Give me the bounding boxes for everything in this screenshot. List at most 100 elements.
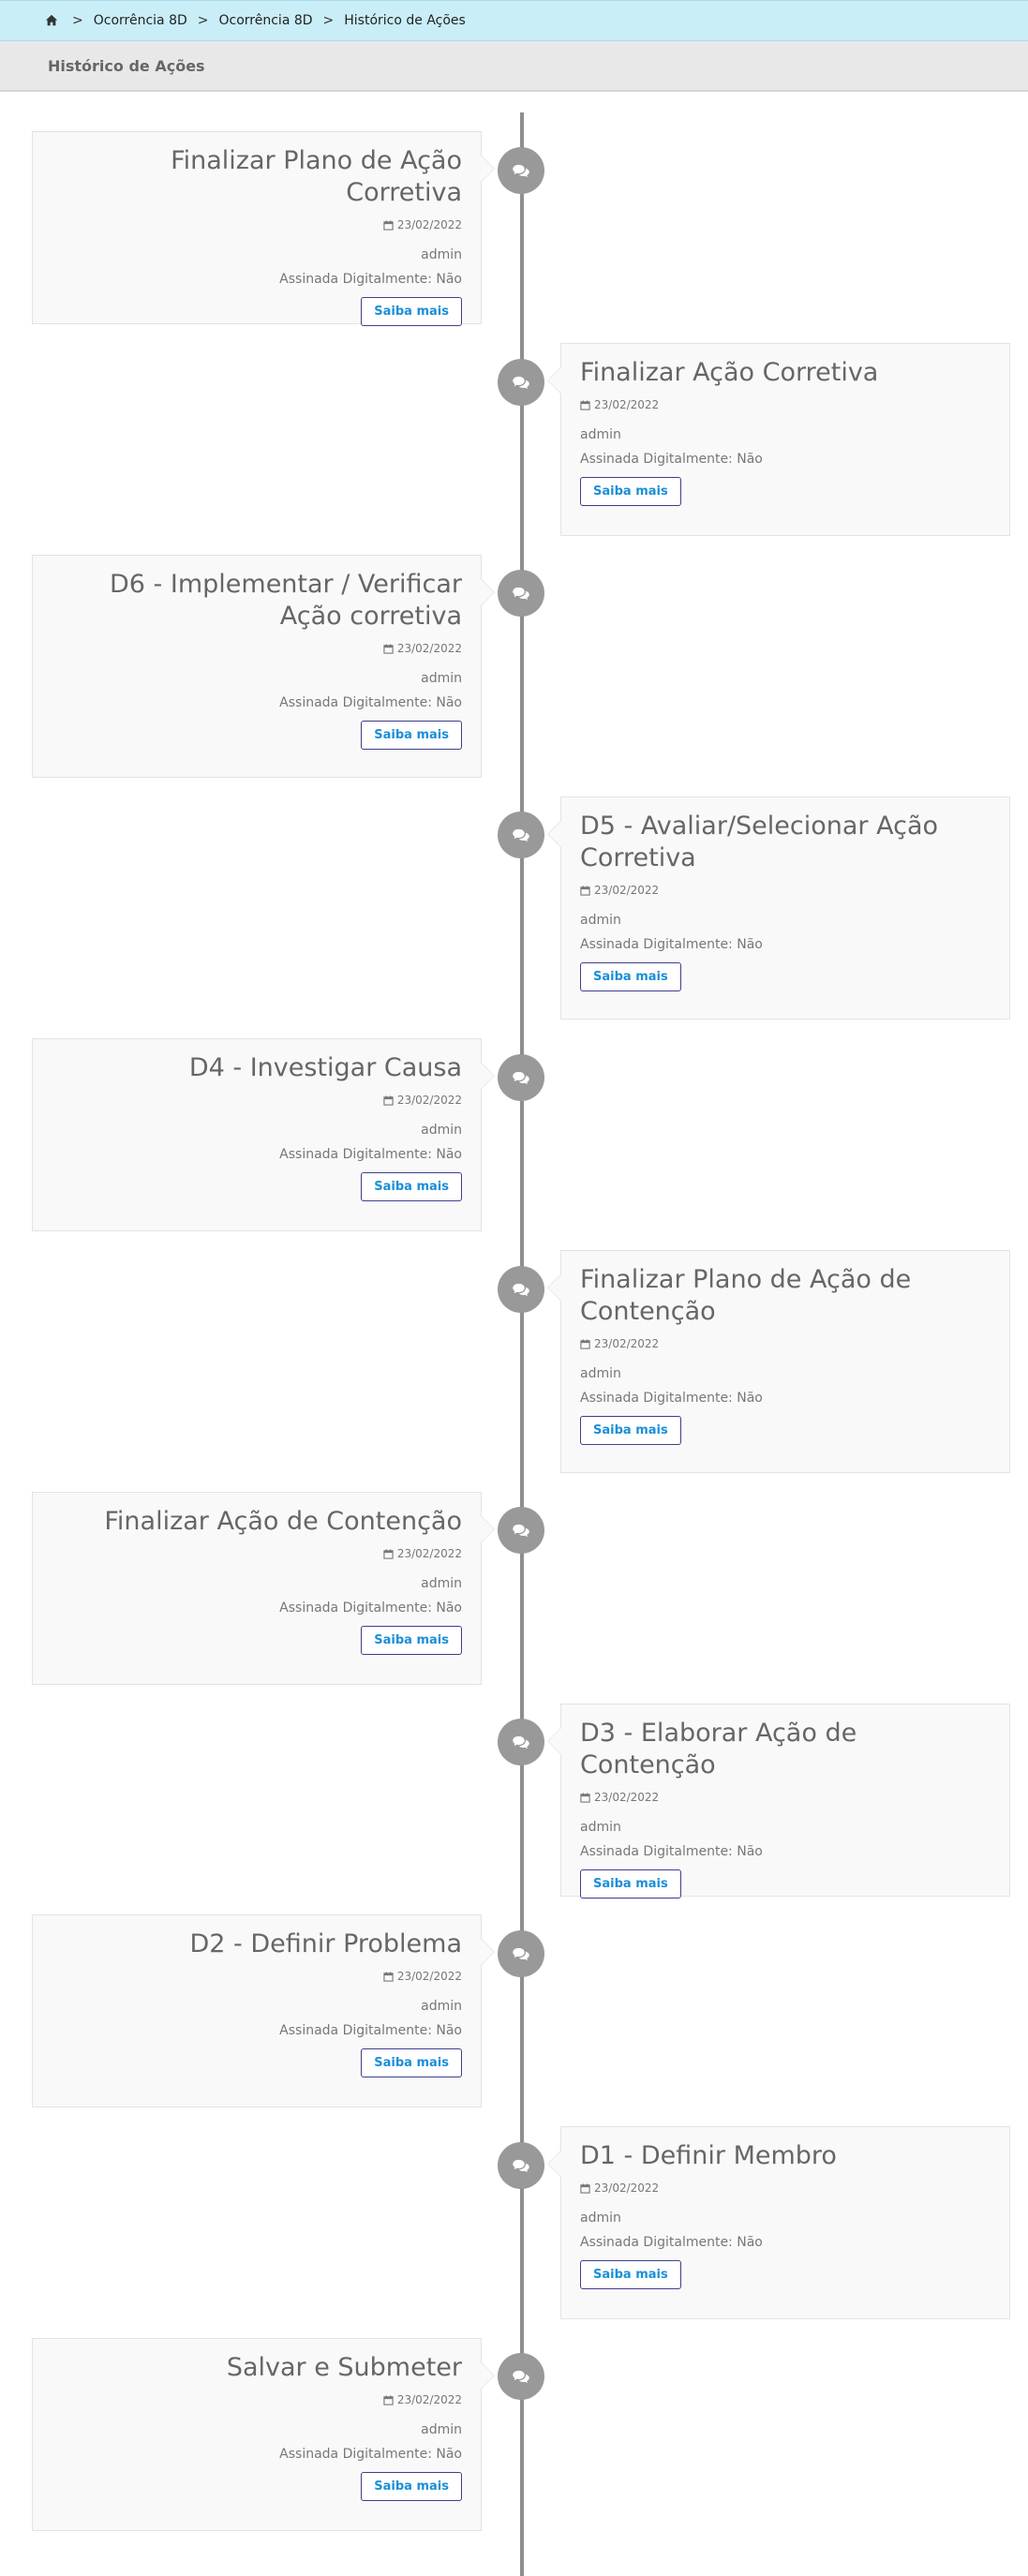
comments-icon: [498, 1507, 544, 1554]
timeline-panel-signature-status: Assinada Digitalmente: Não: [279, 1147, 462, 1162]
calendar-icon: [580, 885, 590, 896]
timeline-panel-date-text: 23/02/2022: [594, 884, 660, 897]
timeline-panel-date-text: 23/02/2022: [594, 2181, 660, 2195]
timeline-panel-user: admin: [580, 427, 621, 442]
timeline-panel-signature-status: Assinada Digitalmente: Não: [580, 937, 763, 952]
timeline-panel-title: Finalizar Ação Corretiva: [580, 358, 879, 387]
breadcrumb-separator: >: [72, 13, 83, 28]
timeline-panel-title: D5 - Avaliar/Selecionar Ação Corretiva: [580, 812, 939, 872]
calendar-icon: [580, 2182, 590, 2194]
comments-icon: [498, 1266, 544, 1313]
timeline-panel-date: 23/02/2022: [52, 1094, 462, 1107]
calendar-icon: [383, 1094, 394, 1106]
calendar-icon: [383, 643, 394, 654]
saiba-mais-button[interactable]: Saiba mais: [580, 1416, 681, 1445]
comments-icon: [498, 1719, 544, 1765]
timeline-panel-date-text: 23/02/2022: [396, 1094, 462, 1107]
timeline-panel-date: 23/02/2022: [52, 2393, 462, 2406]
timeline-panel: Salvar e Submeter 23/02/2022 admin Assinada…: [32, 2338, 495, 2531]
timeline-panel-title: Finalizar Plano de Ação de Contenção: [580, 1265, 912, 1326]
timeline-panel-date-text: 23/02/2022: [396, 1970, 462, 1983]
timeline-panel: D4 - Investigar Causa 23/02/2022 admin Assi…: [32, 1038, 495, 1231]
timeline-panel-date-text: 23/02/2022: [396, 1547, 462, 1560]
saiba-mais-button[interactable]: Saiba mais: [580, 962, 681, 991]
timeline-panel-user: admin: [421, 1123, 462, 1138]
breadcrumb-separator: >: [322, 13, 335, 28]
calendar-icon: [383, 219, 394, 231]
timeline-panel: D2 - Definir Problema 23/02/2022 admin Assi…: [32, 1914, 495, 2107]
timeline-panel-signature-status: Assinada Digitalmente: Não: [279, 2447, 462, 2462]
timeline-panel-signature-status: Assinada Digitalmente: Não: [279, 2023, 462, 2038]
timeline-panel-title: D4 - Investigar Causa: [188, 1053, 462, 1082]
comments-icon: [498, 359, 544, 406]
timeline-panel-user: admin: [421, 671, 462, 686]
timeline-panel-date-text: 23/02/2022: [396, 642, 462, 655]
saiba-mais-button[interactable]: Saiba mais: [361, 721, 462, 750]
timeline-panel: Finalizar Ação Corretiva 23/02/2022 admin A…: [547, 343, 1010, 536]
timeline-panel-title: D2 - Definir Problema: [189, 1929, 462, 1958]
timeline-panel-date: 23/02/2022: [580, 1791, 991, 1804]
saiba-mais-button[interactable]: Saiba mais: [361, 2472, 462, 2501]
comments-icon: [498, 1054, 544, 1101]
timeline-panel-date-text: 23/02/2022: [396, 2393, 462, 2406]
timeline-panel: Finalizar Plano de Ação Corretiva 23/02/2…: [32, 131, 495, 326]
timeline-panel-date-text: 23/02/2022: [594, 398, 660, 411]
saiba-mais-button[interactable]: Saiba mais: [580, 1869, 681, 1898]
timeline-panel-title: Finalizar Ação de Contenção: [104, 1507, 462, 1536]
comments-icon: [498, 1930, 544, 1977]
comments-icon: [498, 147, 544, 194]
timeline-panel-user: admin: [580, 1366, 621, 1381]
timeline-panel-user: admin: [580, 1820, 621, 1835]
saiba-mais-button[interactable]: Saiba mais: [361, 1172, 462, 1201]
timeline-panel-date-text: 23/02/2022: [594, 1337, 660, 1350]
timeline-panel: D6 - Implementar / Verificar Ação corret…: [32, 555, 495, 778]
saiba-mais-button[interactable]: Saiba mais: [580, 477, 681, 506]
timeline-panel: Finalizar Plano de Ação de Contenção 23/0…: [547, 1250, 1010, 1473]
timeline-panel-signature-status: Assinada Digitalmente: Não: [279, 272, 462, 287]
calendar-icon: [580, 1792, 590, 1803]
breadcrumb-item-ocorrencia-8d-detail[interactable]: Ocorrência 8D: [219, 13, 313, 28]
timeline-panel-date-text: 23/02/2022: [594, 1791, 660, 1804]
timeline-panel-date: 23/02/2022: [580, 2181, 991, 2195]
comments-icon: [498, 570, 544, 617]
timeline-panel-signature-status: Assinada Digitalmente: Não: [580, 452, 763, 467]
saiba-mais-button[interactable]: Saiba mais: [361, 2048, 462, 2077]
timeline-panel-date: 23/02/2022: [52, 1547, 462, 1560]
timeline-panel: D1 - Definir Membro 23/02/2022 admin Assina…: [547, 2126, 1010, 2319]
timeline-panel-user: admin: [421, 2422, 462, 2437]
timeline-panel-title: Salvar e Submeter: [226, 2353, 462, 2382]
timeline-panel-title: D3 - Elaborar Ação de Contenção: [580, 1719, 857, 1779]
timeline-panel: D3 - Elaborar Ação de Contenção 23/02/202…: [547, 1704, 1010, 1898]
timeline-panel-signature-status: Assinada Digitalmente: Não: [279, 1601, 462, 1616]
timeline-panel-date: 23/02/2022: [580, 1337, 991, 1350]
timeline-panel-user: admin: [421, 1999, 462, 2014]
timeline-panel-signature-status: Assinada Digitalmente: Não: [279, 695, 462, 710]
calendar-icon: [580, 1338, 590, 1349]
comments-icon: [498, 812, 544, 858]
calendar-icon: [383, 1971, 394, 1982]
saiba-mais-button[interactable]: Saiba mais: [580, 2260, 681, 2289]
breadcrumb: > Ocorrência 8D > Ocorrência 8D > Histór…: [0, 0, 1028, 41]
timeline-panel-date: 23/02/2022: [580, 884, 991, 897]
breadcrumb-item-ocorrencia-8d[interactable]: Ocorrência 8D: [94, 13, 187, 28]
timeline-panel-date: 23/02/2022: [52, 642, 462, 655]
timeline-panel-signature-status: Assinada Digitalmente: Não: [580, 2235, 763, 2250]
calendar-icon: [383, 2394, 394, 2405]
timeline-panel-signature-status: Assinada Digitalmente: Não: [580, 1391, 763, 1406]
timeline-panel-date: 23/02/2022: [52, 1970, 462, 1983]
timeline-panel: Finalizar Ação de Contenção 23/02/2022 adm…: [32, 1492, 495, 1685]
calendar-icon: [383, 1548, 394, 1559]
saiba-mais-button[interactable]: Saiba mais: [361, 1626, 462, 1655]
timeline-panel-date-text: 23/02/2022: [396, 218, 462, 231]
page-title: Histórico de Ações: [0, 41, 1028, 92]
home-icon[interactable]: [45, 14, 58, 27]
saiba-mais-button[interactable]: Saiba mais: [361, 297, 462, 326]
timeline-panel-signature-status: Assinada Digitalmente: Não: [580, 1844, 763, 1859]
timeline-panel: D5 - Avaliar/Selecionar Ação Corretiva 23…: [547, 797, 1010, 1020]
timeline-panel-user: admin: [421, 1576, 462, 1591]
calendar-icon: [580, 399, 590, 410]
timeline-panel-title: Finalizar Plano de Ação Corretiva: [171, 146, 462, 207]
breadcrumb-separator: >: [197, 13, 209, 28]
timeline-panel-user: admin: [580, 2211, 621, 2226]
timeline-panel-title: D1 - Definir Membro: [580, 2141, 837, 2170]
